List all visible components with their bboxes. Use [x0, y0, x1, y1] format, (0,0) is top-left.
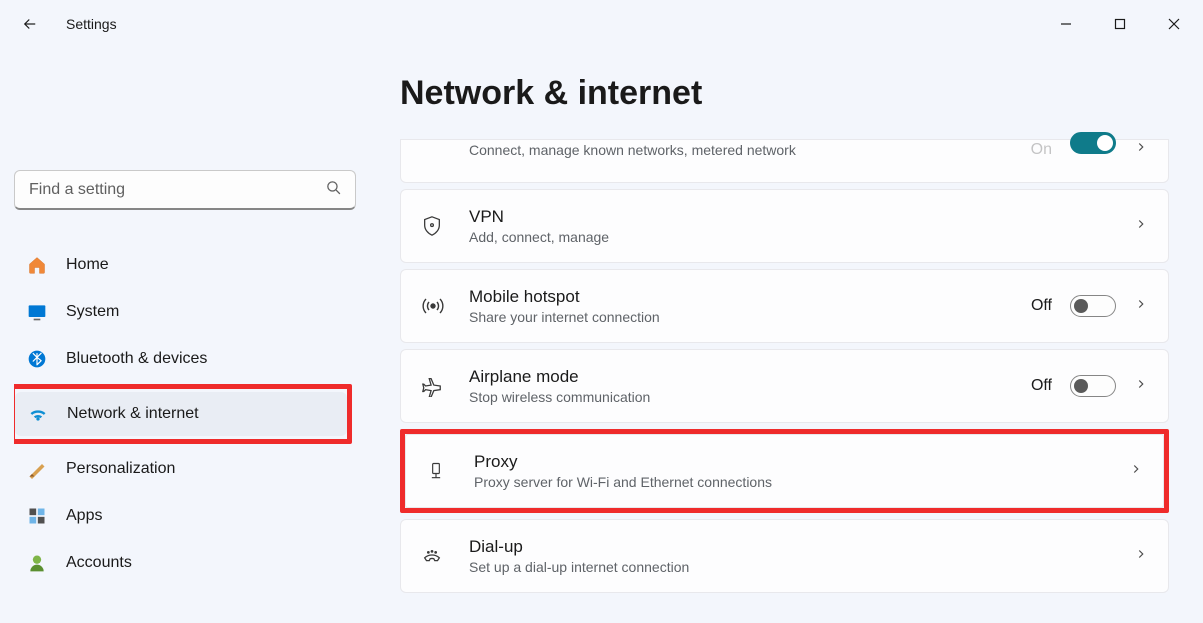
nav-item-apps[interactable]: Apps [14, 494, 360, 538]
card-wifi[interactable]: Connect, manage known networks, metered … [400, 139, 1169, 183]
hotspot-icon [421, 294, 469, 318]
toggle-label: Off [1031, 377, 1052, 395]
sidebar: Home System Bluetooth & devices [0, 48, 370, 623]
card-desc: Stop wireless communication [469, 389, 1031, 405]
nav-item-accounts[interactable]: Accounts [14, 541, 360, 585]
nav-item-label: Home [66, 256, 109, 274]
search-input[interactable] [14, 170, 356, 210]
card-vpn[interactable]: VPN Add, connect, manage [400, 189, 1169, 263]
airplane-toggle[interactable] [1070, 375, 1116, 397]
maximize-button[interactable] [1097, 8, 1143, 40]
card-desc: Add, connect, manage [469, 229, 1134, 245]
chevron-right-icon [1134, 297, 1148, 316]
main-panel: Network & internet Connect, manage known… [370, 48, 1203, 623]
nav-item-label: Personalization [66, 460, 175, 478]
chevron-right-icon [1134, 547, 1148, 566]
chevron-right-icon [1129, 462, 1143, 481]
nav-item-label: Network & internet [67, 405, 199, 423]
card-title: Airplane mode [469, 367, 1031, 387]
highlight-proxy: Proxy Proxy server for Wi-Fi and Etherne… [400, 429, 1169, 513]
arrow-left-icon [21, 15, 39, 33]
page-title: Network & internet [400, 74, 1169, 113]
wifi-icon [27, 403, 49, 425]
nav-item-system[interactable]: System [14, 290, 360, 334]
home-icon [26, 254, 48, 276]
settings-cards: Connect, manage known networks, metered … [400, 139, 1169, 593]
card-airplane[interactable]: Airplane mode Stop wireless communicatio… [400, 349, 1169, 423]
titlebar: Settings [0, 0, 1203, 48]
nav-item-time[interactable]: Time & language [14, 588, 360, 600]
nav-item-label: Accounts [66, 554, 132, 572]
account-placeholder [14, 52, 362, 160]
nav-item-label: Bluetooth & devices [66, 350, 207, 368]
chevron-right-icon [1134, 140, 1148, 159]
nav-item-label: System [66, 303, 119, 321]
maximize-icon [1114, 18, 1126, 30]
card-title: Dial-up [469, 537, 1134, 557]
nav-item-home[interactable]: Home [14, 243, 360, 287]
dialup-icon [421, 545, 469, 567]
toggle-label: Off [1031, 297, 1052, 315]
apps-icon [26, 505, 48, 527]
accounts-icon [26, 552, 48, 574]
card-desc: Share your internet connection [469, 309, 1031, 325]
nav-item-network[interactable]: Network & internet [15, 392, 347, 436]
nav-list[interactable]: Home System Bluetooth & devices [14, 240, 362, 600]
toggle-label: On [1031, 141, 1052, 159]
close-icon [1168, 18, 1180, 30]
card-desc: Connect, manage known networks, metered … [469, 142, 1031, 158]
wifi-toggle[interactable] [1070, 132, 1116, 154]
nav-item-label: Apps [66, 507, 102, 525]
personalization-icon [26, 458, 48, 480]
card-desc: Set up a dial-up internet connection [469, 559, 1134, 575]
nav-item-personalization[interactable]: Personalization [14, 447, 360, 491]
back-button[interactable] [18, 12, 42, 36]
card-proxy[interactable]: Proxy Proxy server for Wi-Fi and Etherne… [405, 434, 1164, 508]
system-icon [26, 301, 48, 323]
nav-item-bluetooth[interactable]: Bluetooth & devices [14, 337, 360, 381]
close-button[interactable] [1151, 8, 1197, 40]
window-title: Settings [66, 16, 117, 32]
shield-icon [421, 215, 469, 237]
card-desc: Proxy server for Wi-Fi and Ethernet conn… [474, 474, 1129, 490]
time-icon [26, 599, 48, 600]
chevron-right-icon [1134, 377, 1148, 396]
card-title: VPN [469, 207, 1134, 227]
minimize-icon [1060, 18, 1072, 30]
card-title: Mobile hotspot [469, 287, 1031, 307]
hotspot-toggle[interactable] [1070, 295, 1116, 317]
card-title: Proxy [474, 452, 1129, 472]
chevron-right-icon [1134, 217, 1148, 236]
airplane-icon [421, 375, 469, 397]
card-dialup[interactable]: Dial-up Set up a dial-up internet connec… [400, 519, 1169, 593]
card-hotspot[interactable]: Mobile hotspot Share your internet conne… [400, 269, 1169, 343]
search-icon [325, 179, 342, 201]
bluetooth-icon [26, 348, 48, 370]
search-container [14, 170, 356, 210]
minimize-button[interactable] [1043, 8, 1089, 40]
proxy-icon [426, 460, 474, 482]
highlight-network: Network & internet [14, 384, 352, 444]
